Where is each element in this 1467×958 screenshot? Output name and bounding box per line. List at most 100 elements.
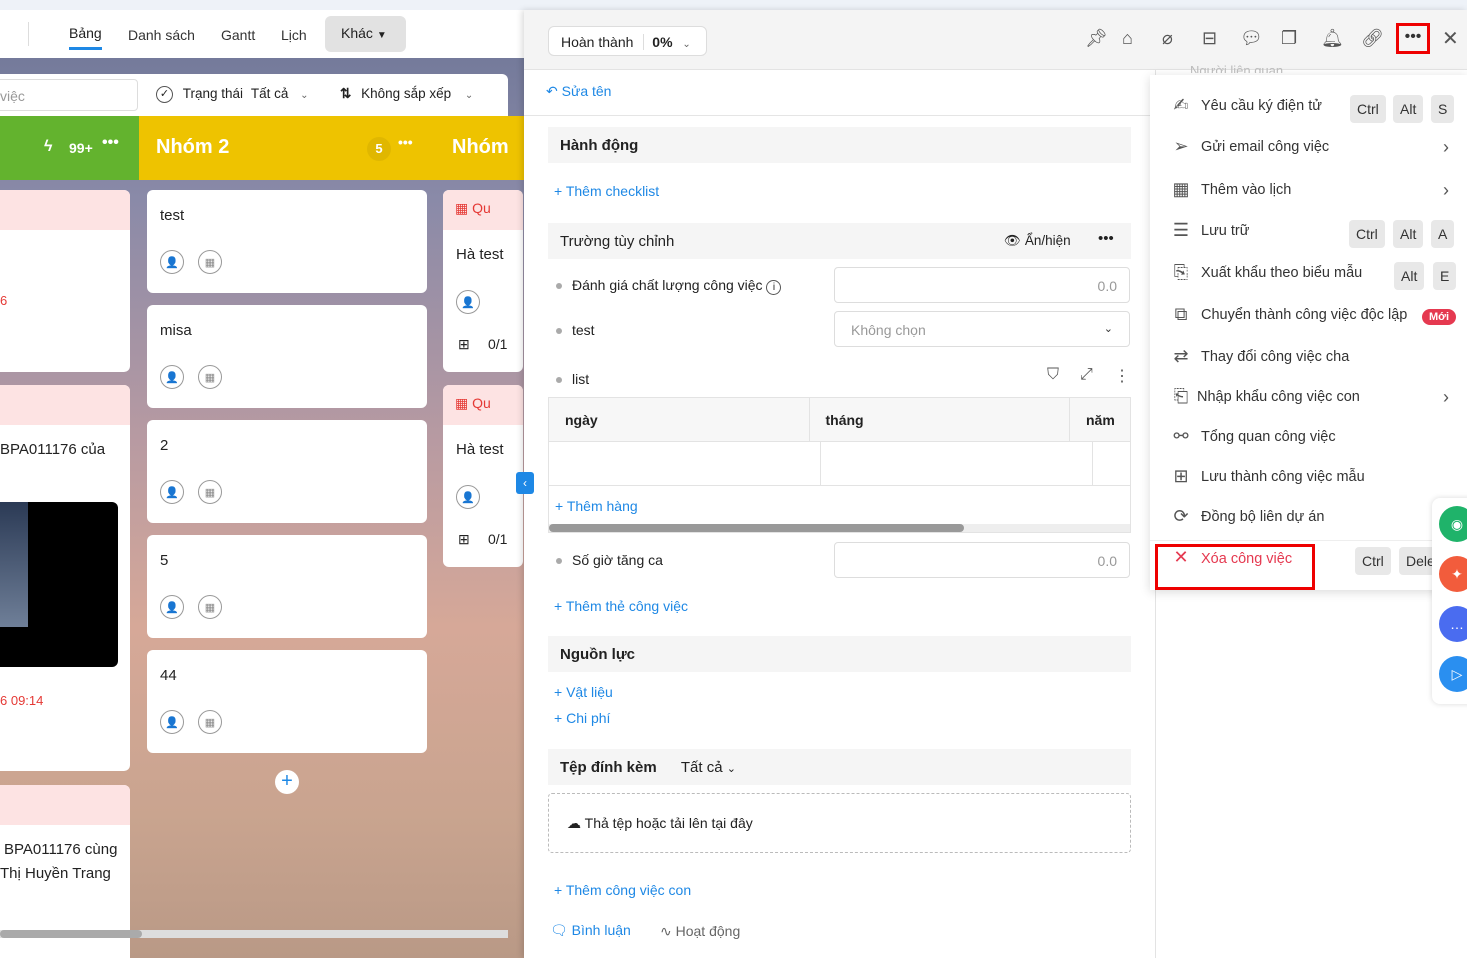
assignee-icon[interactable]: 👤: [160, 595, 184, 619]
table-scrollbar[interactable]: [549, 524, 1130, 532]
menu-item-delete-task[interactable]: ✕ Xóa công việc Ctrl Dele: [1150, 540, 1467, 590]
chevron-down-icon: ⌄: [464, 90, 474, 101]
chevron-right-icon: ›: [1443, 180, 1449, 200]
add-row-button[interactable]: + Thêm hàng: [549, 486, 1130, 526]
rename-link[interactable]: ↶ Sửa tên: [546, 83, 611, 100]
copy-icon[interactable]: ❐: [1281, 28, 1297, 49]
task-card[interactable]: 6: [0, 190, 130, 372]
tab-calendar[interactable]: Lịch: [281, 27, 307, 43]
task-card[interactable]: misa 👤 ▦: [147, 305, 427, 408]
assignee-icon[interactable]: 👤: [456, 290, 480, 314]
automation-icon[interactable]: ϟ: [44, 138, 52, 156]
task-card[interactable]: 44 👤 ▦: [147, 650, 427, 753]
field-label-text: Đánh giá chất lượng công việc: [572, 277, 763, 293]
menu-item-import-subtasks[interactable]: ⎗ Nhập khẩu công việc con ›: [1150, 378, 1467, 418]
more-icon[interactable]: •••: [1098, 230, 1114, 247]
more-options-button[interactable]: •••: [1396, 23, 1430, 54]
menu-item-archive[interactable]: ☰ Lưu trữ Ctrl Alt A: [1150, 212, 1467, 252]
subtask-tree-icon[interactable]: ⊟: [1202, 28, 1217, 49]
add-subtask-button[interactable]: + Thêm công việc con: [554, 882, 691, 898]
menu-item-save-template[interactable]: ⊞ Lưu thành công việc mẫu: [1150, 458, 1467, 498]
task-card[interactable]: 5 👤 ▦: [147, 535, 427, 638]
test-select[interactable]: Không chọn ⌄: [834, 311, 1130, 347]
task-card[interactable]: ▦ Qu Hà test 👤 ⊞ 0/1: [443, 190, 523, 372]
menu-item-export-template[interactable]: ⎘ Xuất khẩu theo biểu mẫu Alt E: [1150, 254, 1467, 294]
menu-label: Xóa công việc: [1201, 551, 1293, 567]
task-card[interactable]: 2 👤 ▦: [147, 420, 427, 523]
info-icon[interactable]: i: [766, 280, 782, 295]
attachments-filter[interactable]: Tất cả ⌄: [681, 759, 736, 776]
attachment-icon[interactable]: ⌀: [1162, 28, 1173, 49]
tab-gantt[interactable]: Gantt: [221, 27, 255, 43]
expand-icon[interactable]: ⤢: [1080, 366, 1093, 384]
add-checklist-button[interactable]: + Thêm checklist: [554, 183, 659, 199]
menu-item-sync-projects[interactable]: ⟳ Đồng bộ liên dự án: [1150, 498, 1467, 538]
menu-item-convert-independent[interactable]: ⧉ Chuyển thành công việc độc lập Mới: [1150, 296, 1467, 336]
ai-sparkle-icon[interactable]: ✦: [1439, 556, 1467, 592]
card-title: BPA011176 của: [0, 441, 106, 458]
overtime-hours-input[interactable]: 0.0: [834, 542, 1130, 578]
chat-bot-icon[interactable]: ◉: [1439, 506, 1467, 542]
tab-list[interactable]: Danh sách: [128, 27, 195, 43]
menu-item-overview[interactable]: ⚯ Tổng quan công việc: [1150, 418, 1467, 458]
status-dropdown[interactable]: Hoàn thành 0% ⌄: [548, 26, 707, 56]
link-icon[interactable]: 🔗︎: [1361, 28, 1384, 49]
tab-comments[interactable]: 🗨︎ Bình luận: [550, 922, 631, 939]
menu-item-send-email[interactable]: ➢ Gửi email công việc ›: [1150, 128, 1467, 168]
pin-icon[interactable]: 📌︎: [1085, 28, 1108, 49]
task-card[interactable]: ▦ Qu Hà test 👤 ⊞ 0/1: [443, 385, 523, 567]
menu-item-change-parent[interactable]: ⇄ Thay đổi công việc cha: [1150, 338, 1467, 378]
undo-arrow-icon: ↶: [546, 83, 558, 99]
assignee-icon[interactable]: 👤: [160, 365, 184, 389]
menu-label: Lưu trữ: [1201, 223, 1250, 239]
add-field-button[interactable]: + Thêm thẻ công việc: [554, 598, 688, 614]
task-card[interactable]: BPA011176 của 6 09:14: [0, 385, 130, 771]
column-title-3[interactable]: Nhóm: [452, 136, 509, 159]
column-header: ngày: [549, 398, 810, 441]
menu-item-e-sign[interactable]: ✍︎ Yêu cầu ký điện tử Ctrl Alt S: [1150, 87, 1467, 127]
close-icon[interactable]: ✕: [1442, 26, 1459, 51]
menu-label: Lưu thành công việc mẫu: [1201, 469, 1365, 485]
assignee-icon[interactable]: 👤: [160, 250, 184, 274]
table-row[interactable]: [549, 442, 1130, 486]
calendar-icon[interactable]: ▦: [197, 480, 222, 504]
calendar-icon[interactable]: ▦: [197, 250, 222, 274]
calendar-icon[interactable]: ▦: [197, 710, 222, 734]
more-icon[interactable]: •••: [102, 134, 119, 152]
kebab-icon[interactable]: ⋮: [1114, 366, 1130, 386]
tab-activity[interactable]: ∿ Hoạt động: [660, 923, 740, 940]
upload-dropzone[interactable]: ☁ Thả tệp hoặc tải lên tại đây: [548, 793, 1131, 853]
sort-dropdown[interactable]: ⇅ Không sắp xếp ⌄: [340, 86, 473, 102]
add-material-button[interactable]: + Vật liệu: [554, 684, 613, 700]
menu-item-add-calendar[interactable]: ▦ Thêm vào lịch ›: [1150, 171, 1467, 211]
show-hide-toggle[interactable]: 👁︎ Ẩn/hiện: [1004, 233, 1071, 249]
comment-icon[interactable]: 💬︎: [1240, 28, 1263, 49]
search-input[interactable]: việc: [0, 79, 138, 111]
messenger-icon[interactable]: …: [1439, 606, 1467, 642]
column-title[interactable]: Nhóm 2: [156, 136, 229, 159]
list-table: ngày tháng năm + Thêm hàng: [548, 397, 1131, 533]
play-icon[interactable]: ▷: [1439, 656, 1467, 692]
tag-icon[interactable]: ⌂: [1122, 28, 1133, 49]
column-header: tháng: [810, 398, 1070, 441]
horizontal-scrollbar[interactable]: [0, 930, 508, 938]
add-row-label: Thêm hàng: [566, 498, 638, 514]
due-date: 6 09:14: [0, 693, 44, 708]
add-card-button[interactable]: +: [275, 770, 299, 794]
assignee-icon[interactable]: 👤: [160, 480, 184, 504]
calendar-icon[interactable]: ▦: [197, 365, 222, 389]
assignee-icon[interactable]: 👤: [456, 485, 480, 509]
status-filter[interactable]: ✓ Trạng thái Tất cả ⌄: [156, 86, 309, 103]
tab-more[interactable]: Khác ▼: [325, 16, 406, 52]
quality-rating-input[interactable]: 0.0: [834, 267, 1130, 303]
filter-icon[interactable]: ⛉: [1047, 366, 1059, 384]
assignee-icon[interactable]: 👤: [160, 710, 184, 734]
task-card[interactable]: test 👤 ▦: [147, 190, 427, 293]
bell-icon[interactable]: 🔔︎: [1321, 28, 1344, 49]
tab-board[interactable]: Bảng: [69, 25, 102, 50]
calendar-icon[interactable]: ▦: [197, 595, 222, 619]
collapse-panel-button[interactable]: ‹: [516, 472, 534, 494]
more-icon[interactable]: •••: [398, 134, 413, 150]
card-image: [0, 502, 118, 667]
add-cost-button[interactable]: + Chi phí: [554, 710, 610, 726]
